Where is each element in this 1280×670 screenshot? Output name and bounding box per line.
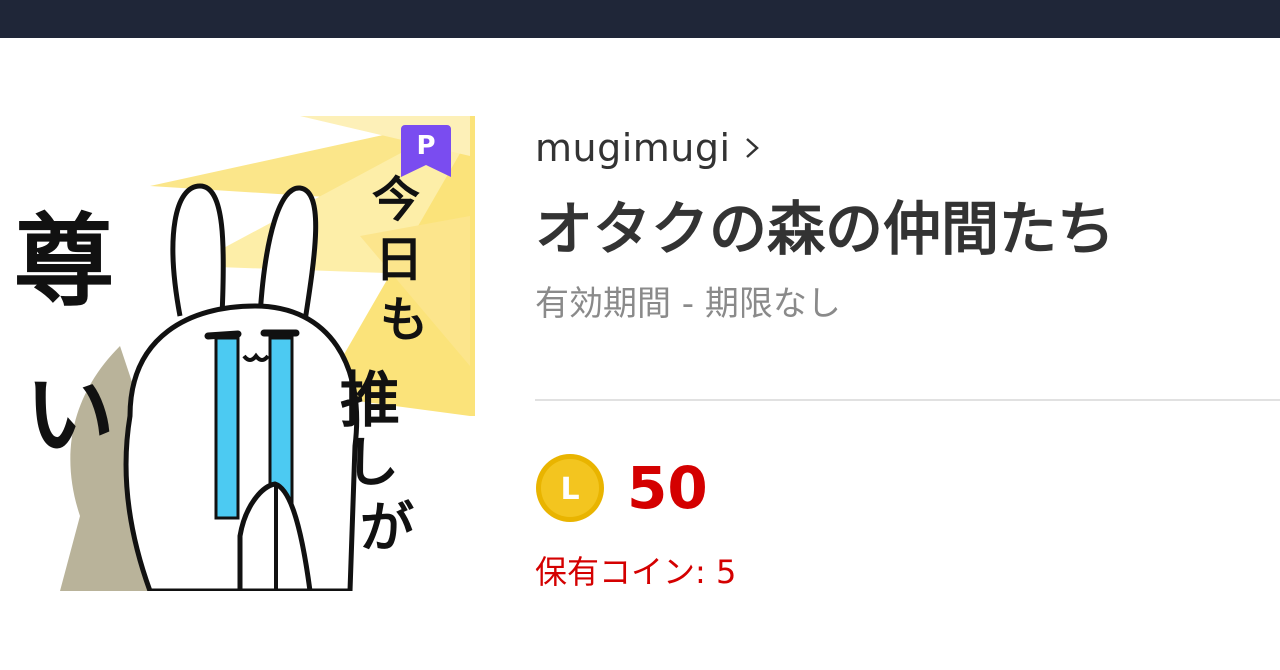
svg-text:推: 推 xyxy=(340,366,400,436)
svg-text:が: が xyxy=(360,496,414,559)
product-title: オタクの森の仲間たち xyxy=(535,195,1116,263)
price-row: L 50 xyxy=(535,452,708,524)
svg-text:し: し xyxy=(345,431,399,494)
svg-text:い: い xyxy=(25,363,115,468)
svg-text:日: 日 xyxy=(375,232,423,288)
validity-period: 有効期間 - 期限なし xyxy=(535,284,841,324)
top-navigation-bar xyxy=(0,0,1280,38)
divider xyxy=(535,399,1280,401)
product-info: mugimugi オタクの森の仲間たち 有効期間 - 期限なし xyxy=(535,118,1270,326)
line-coin-icon: L xyxy=(535,453,605,523)
price-value: 50 xyxy=(627,454,708,522)
premium-badge-letter: P xyxy=(416,131,436,161)
chevron-right-icon[interactable] xyxy=(745,137,759,159)
premium-badge-icon: P xyxy=(401,125,451,177)
owned-coins: 保有コイン: 5 xyxy=(535,553,737,591)
author-link[interactable]: mugimugi xyxy=(535,118,1270,178)
svg-text:今: 今 xyxy=(372,172,420,228)
svg-text:も: も xyxy=(380,292,428,348)
author-name[interactable]: mugimugi xyxy=(535,126,731,170)
sticker-thumbnail-image[interactable]: 尊 い 今 日 も 推 し が xyxy=(0,116,475,591)
coin-letter: L xyxy=(560,472,579,507)
svg-text:尊: 尊 xyxy=(14,203,114,320)
